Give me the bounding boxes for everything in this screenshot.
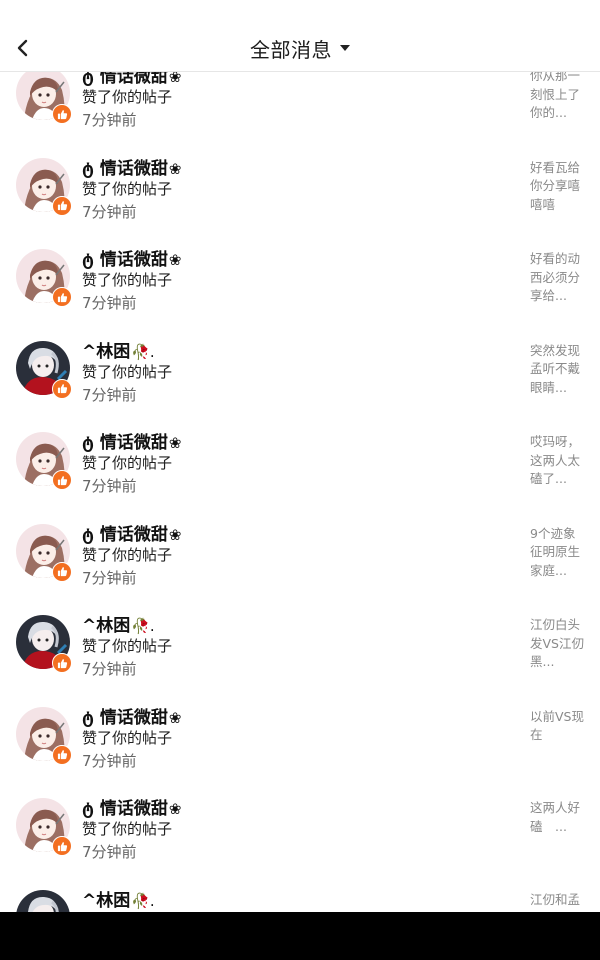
- thumbs-up-icon: [57, 109, 67, 119]
- caret-down-icon: [340, 45, 350, 51]
- username-text: ტ 情话微甜: [82, 524, 168, 545]
- notification-item[interactable]: ტ 情话微甜❀ 赞了你的帖子 7分钟前 好看的动西必须分享给...: [0, 231, 600, 323]
- username-text: ^林困: [82, 890, 131, 911]
- notification-time: 7分钟前: [82, 477, 137, 495]
- username-decoration: ❀: [168, 708, 182, 727]
- notification-time: 7分钟前: [82, 202, 137, 221]
- post-preview[interactable]: 哎玛呀，这两人太磕了...: [530, 433, 586, 489]
- notification-action: 赞了你的帖子: [82, 545, 173, 564]
- notification-item[interactable]: ტ 情话微甜❀ 赞了你的帖子 7分钟前 这两人好磕 ...: [0, 780, 600, 872]
- username-decoration: 🥀.: [131, 891, 155, 910]
- username-decoration: ❀: [168, 434, 182, 452]
- post-preview[interactable]: 9个迹象征明原生家庭...: [530, 525, 586, 581]
- thumbs-up-icon: [57, 384, 67, 394]
- post-preview[interactable]: 江仞白头发VS江仞黑...: [530, 616, 586, 672]
- username-decoration: ❀: [168, 525, 182, 544]
- notification-time: 7分钟前: [82, 385, 137, 404]
- like-badge: [52, 104, 72, 124]
- notification-item[interactable]: ^林困🥀. 赞了你的帖子 7分钟前 江仞白头发VS江仞黑...: [0, 597, 600, 689]
- like-badge: [52, 836, 72, 856]
- username[interactable]: ტ 情话微甜❀: [82, 428, 181, 453]
- notification-action: 赞了你的帖子: [82, 179, 173, 198]
- username-decoration: ❀: [168, 800, 182, 818]
- thumbs-up-icon: [57, 292, 67, 302]
- notification-item[interactable]: ^林困🥀. 赞了你的帖子 7分钟前 江仞和孟: [0, 872, 600, 913]
- notification-time: 7分钟前: [82, 294, 137, 312]
- post-preview[interactable]: 突然发现孟听不戴眼睛...: [530, 342, 586, 398]
- username[interactable]: ტ 情话微甜❀: [82, 245, 181, 270]
- username-decoration: 🥀.: [131, 617, 155, 635]
- notification-time: 7分钟前: [82, 111, 137, 129]
- post-preview[interactable]: 以前VS现在: [530, 708, 586, 745]
- notification-action: 赞了你的帖子: [82, 271, 173, 289]
- username-text: ტ 情话微甜: [82, 707, 168, 728]
- post-preview[interactable]: 江仞和孟: [530, 891, 586, 910]
- notification-action: 赞了你的帖子: [82, 728, 173, 747]
- notification-item[interactable]: ტ 情话微甜❀ 赞了你的帖子 7分钟前 以前VS现在: [0, 689, 600, 781]
- post-preview[interactable]: 好看的动西必须分享给...: [530, 250, 586, 306]
- notification-time: 7分钟前: [82, 751, 137, 770]
- username[interactable]: ტ 情话微甜❀: [82, 703, 181, 728]
- notification-action: 赞了你的帖子: [82, 820, 173, 838]
- username-text: ^林困: [82, 616, 131, 636]
- thumbs-up-icon: [57, 475, 67, 485]
- post-preview[interactable]: 好看瓦给你分享嘻嘻嘻: [530, 159, 586, 215]
- messages-screen: ტ 情话微甜❀ 赞了你的帖子 7分钟前 你从那一刻恨上了你的... ტ 情话微甜…: [0, 0, 600, 912]
- thumbs-up-icon: [57, 201, 67, 211]
- notification-action: 赞了你的帖子: [82, 88, 173, 106]
- like-badge: [52, 287, 72, 307]
- like-badge: [52, 378, 72, 399]
- like-badge: [52, 744, 72, 765]
- like-badge: [52, 195, 72, 216]
- notification-item[interactable]: ტ 情话微甜❀ 赞了你的帖子 7分钟前 好看瓦给你分享嘻嘻嘻: [0, 140, 600, 232]
- notification-action: 赞了你的帖子: [82, 454, 173, 472]
- username-text: ტ 情话微甜: [82, 433, 168, 453]
- thumbs-up-icon: [57, 567, 67, 577]
- notification-item[interactable]: ^林困🥀. 赞了你的帖子 7分钟前 突然发现孟听不戴眼睛...: [0, 323, 600, 415]
- notification-time: 7分钟前: [82, 843, 137, 861]
- post-preview[interactable]: 这两人好磕 ...: [530, 799, 586, 836]
- top-bar: 全部消息: [0, 0, 600, 72]
- username-decoration: ❀: [168, 159, 182, 178]
- notification-item[interactable]: ტ 情话微甜❀ 赞了你的帖子 7分钟前 9个迹象征明原生家庭...: [0, 506, 600, 598]
- username[interactable]: ^林困🥀.: [82, 337, 155, 362]
- username-decoration: ❀: [168, 251, 182, 269]
- username-text: ტ 情话微甜: [82, 799, 168, 819]
- username[interactable]: ტ 情话微甜❀: [82, 154, 181, 179]
- page-title: 全部消息: [250, 37, 332, 62]
- username-text: ტ 情话微甜: [82, 158, 168, 179]
- message-filter-dropdown[interactable]: 全部消息: [0, 34, 600, 62]
- username[interactable]: ტ 情话微甜❀: [82, 794, 181, 819]
- notification-action: 赞了你的帖子: [82, 637, 173, 655]
- notification-time: 7分钟前: [82, 660, 137, 678]
- avatar[interactable]: [16, 889, 70, 912]
- notification-list: ტ 情话微甜❀ 赞了你的帖子 7分钟前 你从那一刻恨上了你的... ტ 情话微甜…: [0, 48, 600, 912]
- notification-time: 7分钟前: [82, 568, 137, 587]
- username-text: ტ 情话微甜: [82, 250, 168, 270]
- username-text: ^林困: [82, 341, 131, 362]
- like-badge: [52, 561, 72, 582]
- notification-action: 赞了你的帖子: [82, 362, 173, 381]
- thumbs-up-icon: [57, 658, 67, 668]
- post-preview[interactable]: 你从那一刻恨上了你的...: [530, 67, 586, 123]
- username[interactable]: ტ 情话微甜❀: [82, 520, 181, 545]
- notification-item[interactable]: ტ 情话微甜❀ 赞了你的帖子 7分钟前 哎玛呀，这两人太磕了...: [0, 414, 600, 506]
- username[interactable]: ^林困🥀.: [82, 611, 155, 636]
- thumbs-up-icon: [57, 841, 67, 851]
- like-badge: [52, 470, 72, 490]
- thumbs-up-icon: [57, 750, 67, 760]
- username-decoration: 🥀.: [131, 342, 155, 361]
- username[interactable]: ^林困🥀.: [82, 886, 155, 911]
- like-badge: [52, 653, 72, 673]
- notification-action: 赞了你的帖子: [82, 910, 172, 913]
